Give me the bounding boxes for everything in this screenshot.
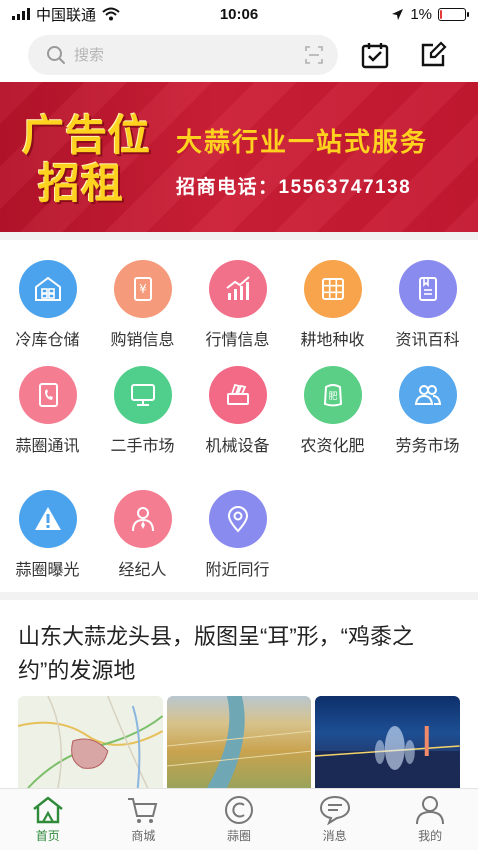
category-trade-info[interactable]: ¥ 购销信息 (95, 260, 190, 350)
tab-label: 我的 (418, 829, 443, 843)
category-label: 二手市场 (110, 438, 175, 455)
circle-c-icon (224, 796, 253, 824)
home-icon (33, 796, 63, 824)
tab-circle[interactable]: 蒜圈 (191, 789, 287, 850)
night-fountain-thumbnail (315, 696, 460, 788)
category-news[interactable]: 资讯百科 (380, 260, 475, 350)
field-aerial-thumbnail (166, 696, 312, 788)
category-nearby[interactable]: 附近同行 (190, 490, 285, 580)
search-icon (47, 46, 65, 64)
tab-profile[interactable]: 我的 (382, 789, 478, 850)
carrier-label: 中国联通 (36, 6, 97, 24)
warehouse-icon (18, 260, 77, 318)
category-label: 资讯百科 (395, 332, 460, 349)
location-pin-icon (208, 490, 267, 548)
ad-headline: 大蒜行业一站式服务 (176, 127, 429, 157)
tab-label: 蒜圈 (226, 829, 251, 843)
category-label: 蒜圈曝光 (15, 562, 80, 579)
profile-icon (416, 796, 445, 825)
warning-icon (18, 490, 77, 548)
ad-logo: 广告位 招租 (22, 112, 172, 222)
edit-icon[interactable] (418, 40, 448, 70)
category-label: 行情信息 (205, 332, 270, 349)
calendar-check-icon[interactable] (360, 40, 390, 70)
workers-icon (398, 366, 457, 424)
category-label: 购销信息 (110, 332, 175, 349)
map-thumbnail (18, 696, 163, 788)
tab-label: 商城 (131, 829, 156, 843)
scan-icon[interactable] (304, 45, 324, 65)
category-cold-storage[interactable]: 冷库仓储 (0, 260, 95, 350)
yuan-receipt-icon: ¥ (113, 260, 172, 318)
category-machinery[interactable]: 机械设备 (190, 366, 285, 456)
battery-icon (438, 7, 469, 21)
field-grid-icon (303, 260, 362, 318)
tab-label: 首页 (35, 829, 60, 843)
location-arrow-icon (392, 8, 404, 20)
svg-text:肥: 肥 (328, 391, 337, 402)
broker-icon (113, 490, 172, 548)
message-icon (319, 795, 350, 825)
book-icon (398, 260, 457, 318)
market-chart-icon (208, 260, 267, 318)
category-fertilizer[interactable]: 肥 农资化肥 (285, 366, 380, 456)
category-label: 经纪人 (118, 562, 167, 579)
monitor-icon (113, 366, 172, 424)
ad-banner[interactable]: 广告位 招租 大蒜行业一站式服务 招商电话：15563747138 (0, 82, 478, 232)
category-label: 农资化肥 (300, 438, 365, 455)
tab-mall[interactable]: 商城 (96, 789, 192, 850)
section-divider (0, 592, 478, 600)
category-broker[interactable]: 经纪人 (95, 490, 190, 580)
ad-phone: 招商电话：15563747138 (176, 177, 412, 198)
tab-messages[interactable]: 消息 (287, 789, 383, 850)
search-row (0, 30, 478, 80)
category-second-hand[interactable]: 二手市场 (95, 366, 190, 456)
battery-percent: 1% (410, 5, 432, 23)
category-exposure[interactable]: 蒜圈曝光 (0, 490, 95, 580)
section-divider (0, 232, 478, 240)
ad-logo-line1: 广告位 (22, 111, 152, 160)
category-contacts[interactable]: 蒜圈通讯 (0, 366, 95, 456)
article-thumbnails[interactable] (18, 696, 460, 788)
search-box[interactable] (28, 35, 338, 75)
search-input[interactable] (74, 46, 304, 64)
signal-icon (12, 8, 30, 20)
category-label: 附近同行 (205, 562, 270, 579)
category-label: 冷库仓储 (15, 332, 80, 349)
category-market-info[interactable]: 行情信息 (190, 260, 285, 350)
article-title[interactable]: 山东大蒜龙头县，版图呈“耳”形，“鸡黍之约”的发源地 (18, 620, 464, 688)
tab-home[interactable]: 首页 (0, 789, 96, 850)
category-label: 耕地种收 (300, 332, 365, 349)
category-labor[interactable]: 劳务市场 (380, 366, 475, 456)
wifi-icon (102, 7, 120, 21)
status-bar: 中国联通 10:06 1% (0, 0, 478, 28)
category-label: 机械设备 (205, 438, 270, 455)
fertilizer-bag-icon: 肥 (303, 366, 362, 424)
machine-icon (208, 366, 267, 424)
cart-icon (128, 798, 158, 823)
category-label: 蒜圈通讯 (15, 438, 80, 455)
category-label: 劳务市场 (395, 438, 460, 455)
ad-logo-line2: 招租 (38, 159, 125, 208)
bottom-tab-bar: 首页 商城 蒜圈 消息 我的 (0, 788, 478, 850)
tab-label: 消息 (322, 829, 347, 843)
category-farmland[interactable]: 耕地种收 (285, 260, 380, 350)
phone-book-icon (18, 366, 77, 424)
svg-text:¥: ¥ (139, 282, 147, 296)
